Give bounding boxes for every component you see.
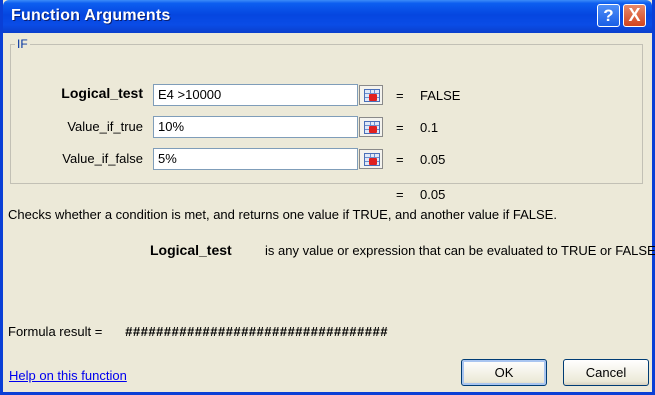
argument-help-name: Logical_test — [150, 242, 232, 258]
value-if-false-label: Value_if_false — [62, 151, 143, 166]
logical-test-result: FALSE — [420, 88, 461, 103]
value-if-true-label: Value_if_true — [67, 119, 143, 134]
help-on-function-link[interactable]: Help on this function — [9, 368, 127, 383]
collapse-dialog-icon[interactable] — [359, 117, 383, 137]
collapse-dialog-icon[interactable] — [359, 149, 383, 169]
value-if-false-result: 0.05 — [420, 152, 446, 167]
equals-sign: = — [396, 152, 404, 167]
overall-result: 0.05 — [420, 187, 446, 202]
cancel-button[interactable]: Cancel — [563, 359, 649, 386]
formula-result-label: Formula result = — [8, 324, 103, 339]
dialog-title: Function Arguments — [11, 7, 171, 24]
close-icon[interactable]: X — [623, 4, 646, 27]
equals-sign: = — [396, 88, 404, 103]
value-if-false-input[interactable]: 5% — [153, 148, 358, 170]
help-icon[interactable]: ? — [597, 4, 620, 27]
argument-help-text: is any value or expression that can be e… — [265, 243, 655, 258]
logical-test-input[interactable]: E4 >10000 — [153, 84, 358, 106]
value-if-true-input[interactable]: 10% — [153, 116, 358, 138]
function-arguments-dialog: Function Arguments ? X IF Logical_test E… — [0, 0, 655, 395]
equals-sign: = — [396, 120, 404, 135]
value-if-true-result: 0.1 — [420, 120, 439, 135]
collapse-dialog-icon[interactable] — [359, 85, 383, 105]
overall-equals-sign: = — [396, 187, 404, 202]
ok-button[interactable]: OK — [461, 359, 547, 386]
logical-test-label: Logical_test — [61, 85, 143, 101]
function-description: Checks whether a condition is met, and r… — [8, 207, 557, 222]
title-bar[interactable]: Function Arguments ? X — [3, 0, 652, 33]
function-name-label: IF — [15, 37, 30, 51]
formula-result-value: ################################## — [125, 324, 388, 339]
